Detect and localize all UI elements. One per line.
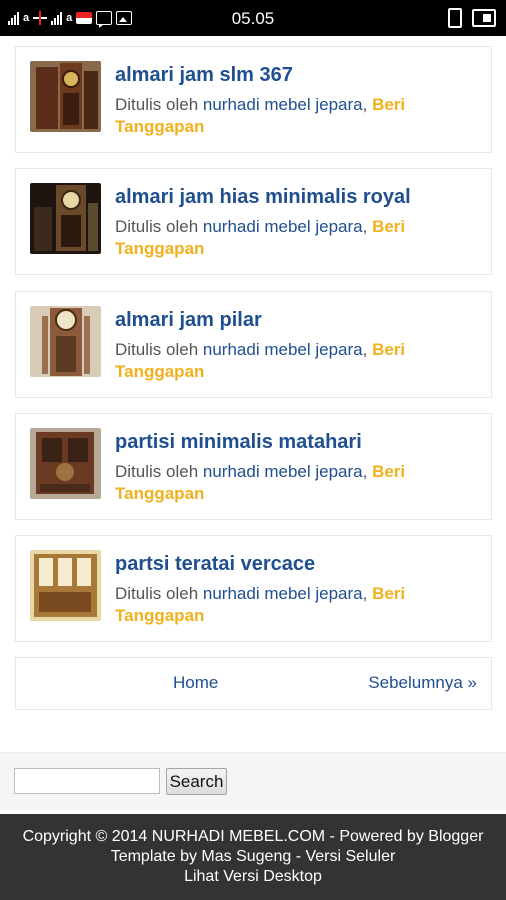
post-thumbnail[interactable]	[30, 428, 101, 499]
clock-cabinet-image	[30, 61, 101, 132]
post-card: almari jam slm 367 Ditulis oleh nurhadi …	[15, 46, 492, 153]
post-thumbnail[interactable]	[30, 183, 101, 254]
template-credit: Template by Mas Sugeng - Versi Seluler	[110, 848, 396, 865]
author-link[interactable]: nurhadi mebel jepara	[203, 584, 363, 603]
author-link[interactable]: nurhadi mebel jepara	[203, 217, 363, 236]
meta-separator: ,	[362, 584, 368, 603]
post-card: partsi teratai vercace Ditulis oleh nurh…	[15, 535, 492, 642]
posted-by-label: Ditulis oleh	[115, 95, 199, 114]
posted-by-label: Ditulis oleh	[115, 584, 199, 603]
post-card: partisi minimalis matahari Ditulis oleh …	[15, 413, 492, 520]
post-thumbnail[interactable]	[30, 306, 101, 377]
posted-by-label: Ditulis oleh	[115, 340, 199, 359]
status-time: 05.05	[231, 9, 275, 28]
search-button[interactable]: Search	[166, 768, 227, 795]
footer: Copyright © 2014 NURHADI MEBEL.COM - Pow…	[0, 814, 506, 900]
vibrate-icon	[448, 8, 462, 28]
posted-by-label: Ditulis oleh	[115, 462, 199, 481]
battery-icon	[472, 9, 496, 27]
post-card: almari jam hias minimalis royal Ditulis …	[15, 168, 492, 275]
post-title-link[interactable]: partisi minimalis matahari	[115, 431, 362, 454]
desktop-version-link[interactable]: Lihat Versi Desktop	[0, 867, 506, 887]
status-right-icons	[448, 8, 496, 28]
post-title-link[interactable]: almari jam slm 367	[115, 64, 293, 87]
search-section: Search	[0, 752, 506, 810]
meta-separator: ,	[362, 217, 368, 236]
partition-image	[30, 428, 101, 499]
post-meta: Ditulis oleh nurhadi mebel jepara, Beri …	[115, 94, 445, 138]
posted-by-label: Ditulis oleh	[115, 217, 199, 236]
post-meta: Ditulis oleh nurhadi mebel jepara, Beri …	[115, 339, 445, 383]
post-meta: Ditulis oleh nurhadi mebel jepara, Beri …	[115, 583, 445, 627]
search-input[interactable]	[14, 768, 160, 794]
home-link[interactable]: Home	[173, 673, 218, 693]
author-link[interactable]: nurhadi mebel jepara	[203, 340, 363, 359]
post-thumbnail[interactable]	[30, 550, 101, 621]
meta-separator: ,	[362, 95, 368, 114]
post-thumbnail[interactable]	[30, 61, 101, 132]
meta-separator: ,	[362, 340, 368, 359]
post-meta: Ditulis oleh nurhadi mebel jepara, Beri …	[115, 461, 445, 505]
pillar-clock-image	[30, 306, 101, 377]
post-title-link[interactable]: almari jam pilar	[115, 309, 262, 332]
partition-image	[30, 550, 101, 621]
meta-separator: ,	[362, 462, 368, 481]
post-title-link[interactable]: partsi teratai vercace	[115, 553, 315, 576]
author-link[interactable]: nurhadi mebel jepara	[203, 95, 363, 114]
older-posts-link[interactable]: Sebelumnya »	[368, 673, 477, 693]
copyright-text: Copyright © 2014 NURHADI MEBEL.COM - Pow…	[22, 828, 484, 845]
author-link[interactable]: nurhadi mebel jepara	[203, 462, 363, 481]
status-bar: a a 05.05	[0, 0, 506, 36]
post-card: almari jam pilar Ditulis oleh nurhadi me…	[15, 291, 492, 398]
pagination: Home Sebelumnya »	[15, 657, 492, 710]
post-meta: Ditulis oleh nurhadi mebel jepara, Beri …	[115, 216, 445, 260]
clock-cabinet-image	[30, 183, 101, 254]
post-title-link[interactable]: almari jam hias minimalis royal	[115, 186, 411, 209]
